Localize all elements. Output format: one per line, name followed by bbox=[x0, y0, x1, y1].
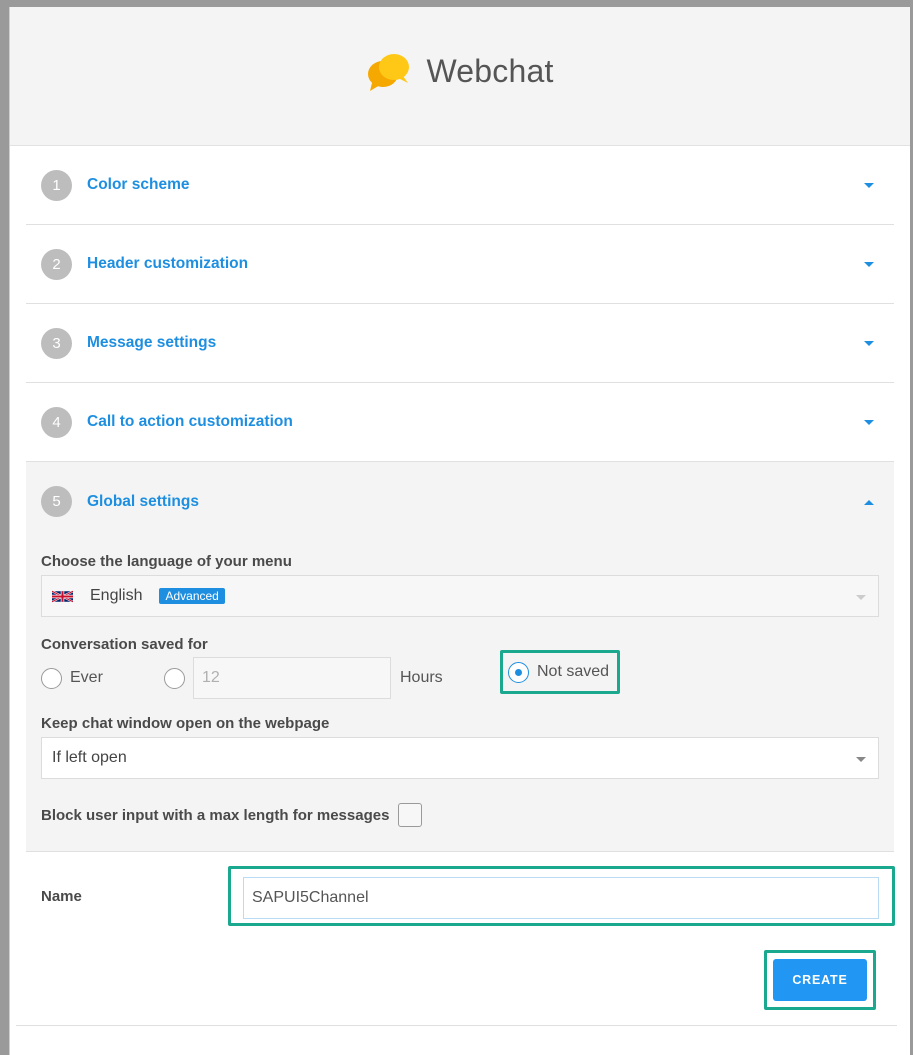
dropdown-caret-icon bbox=[856, 595, 866, 600]
advanced-badge: Advanced bbox=[159, 588, 225, 604]
language-label: Choose the language of your menu bbox=[41, 553, 292, 570]
keep-open-select[interactable]: If left open bbox=[41, 737, 879, 779]
step-number: 3 bbox=[41, 327, 72, 359]
caret-down-icon bbox=[864, 420, 874, 425]
global-settings-header[interactable]: 5 Global settings bbox=[26, 462, 894, 541]
chat-bubbles-icon bbox=[368, 54, 410, 91]
keep-open-value: If left open bbox=[52, 749, 127, 766]
modal-title: Webchat bbox=[426, 52, 554, 89]
name-highlight: SAPUI5Channel bbox=[228, 866, 895, 926]
brand: Webchat bbox=[366, 50, 553, 92]
section-message-settings[interactable]: 3 Message settings bbox=[26, 304, 894, 383]
language-select[interactable]: English Advanced bbox=[41, 575, 879, 617]
section-title: Message settings bbox=[87, 334, 217, 351]
keep-open-label: Keep chat window open on the webpage bbox=[41, 715, 330, 732]
section-header-customization[interactable]: 2 Header customization bbox=[26, 225, 894, 304]
caret-up-icon bbox=[864, 499, 874, 505]
section-color-scheme[interactable]: 1 Color scheme bbox=[26, 146, 894, 225]
hours-input[interactable]: 12 bbox=[193, 657, 391, 699]
name-input[interactable]: SAPUI5Channel bbox=[243, 877, 879, 919]
radio-hours[interactable] bbox=[164, 667, 185, 689]
section-call-to-action[interactable]: 4 Call to action customization bbox=[26, 383, 894, 462]
radio-not-saved[interactable] bbox=[508, 661, 529, 683]
create-highlight: CREATE bbox=[764, 950, 876, 1010]
step-number: 1 bbox=[41, 169, 72, 201]
section-title: Global settings bbox=[87, 492, 199, 510]
radio-ever[interactable] bbox=[41, 667, 62, 689]
block-input-row: Block user input with a max length for m… bbox=[41, 803, 879, 827]
name-label: Name bbox=[41, 888, 82, 905]
uk-flag-icon bbox=[52, 589, 73, 603]
radio-ever-label: Ever bbox=[70, 669, 103, 686]
bottom-divider bbox=[16, 1025, 897, 1026]
section-title: Call to action customization bbox=[87, 413, 293, 430]
section-title: Header customization bbox=[87, 255, 249, 272]
hours-unit-label: Hours bbox=[400, 669, 443, 686]
section-title: Color scheme bbox=[87, 176, 190, 193]
dropdown-caret-icon bbox=[856, 757, 866, 762]
not-saved-highlight: Not saved bbox=[500, 650, 620, 694]
block-input-label: Block user input with a max length for m… bbox=[41, 806, 390, 824]
block-input-checkbox[interactable] bbox=[398, 803, 423, 827]
webchat-modal: Webchat 1 Color scheme 2 Header customiz… bbox=[9, 7, 910, 1055]
caret-down-icon bbox=[864, 262, 874, 267]
global-settings-body: Choose the language of your menu English… bbox=[26, 553, 894, 827]
modal-header: Webchat bbox=[10, 7, 910, 146]
create-button[interactable]: CREATE bbox=[773, 959, 867, 1001]
caret-down-icon bbox=[864, 183, 874, 188]
step-number: 2 bbox=[41, 248, 72, 280]
section-global-settings: 5 Global settings Choose the language of… bbox=[26, 462, 894, 852]
caret-down-icon bbox=[864, 341, 874, 346]
step-number: 5 bbox=[41, 486, 72, 517]
conversation-label: Conversation saved for bbox=[41, 636, 208, 653]
language-value: English bbox=[90, 587, 143, 604]
radio-not-saved-label: Not saved bbox=[537, 663, 610, 680]
conversation-options: Ever 12 Hours Not saved bbox=[41, 650, 879, 700]
settings-accordion: 1 Color scheme 2 Header customization 3 … bbox=[26, 146, 894, 852]
step-number: 4 bbox=[41, 406, 72, 438]
name-row: Name SAPUI5Channel bbox=[26, 852, 895, 940]
